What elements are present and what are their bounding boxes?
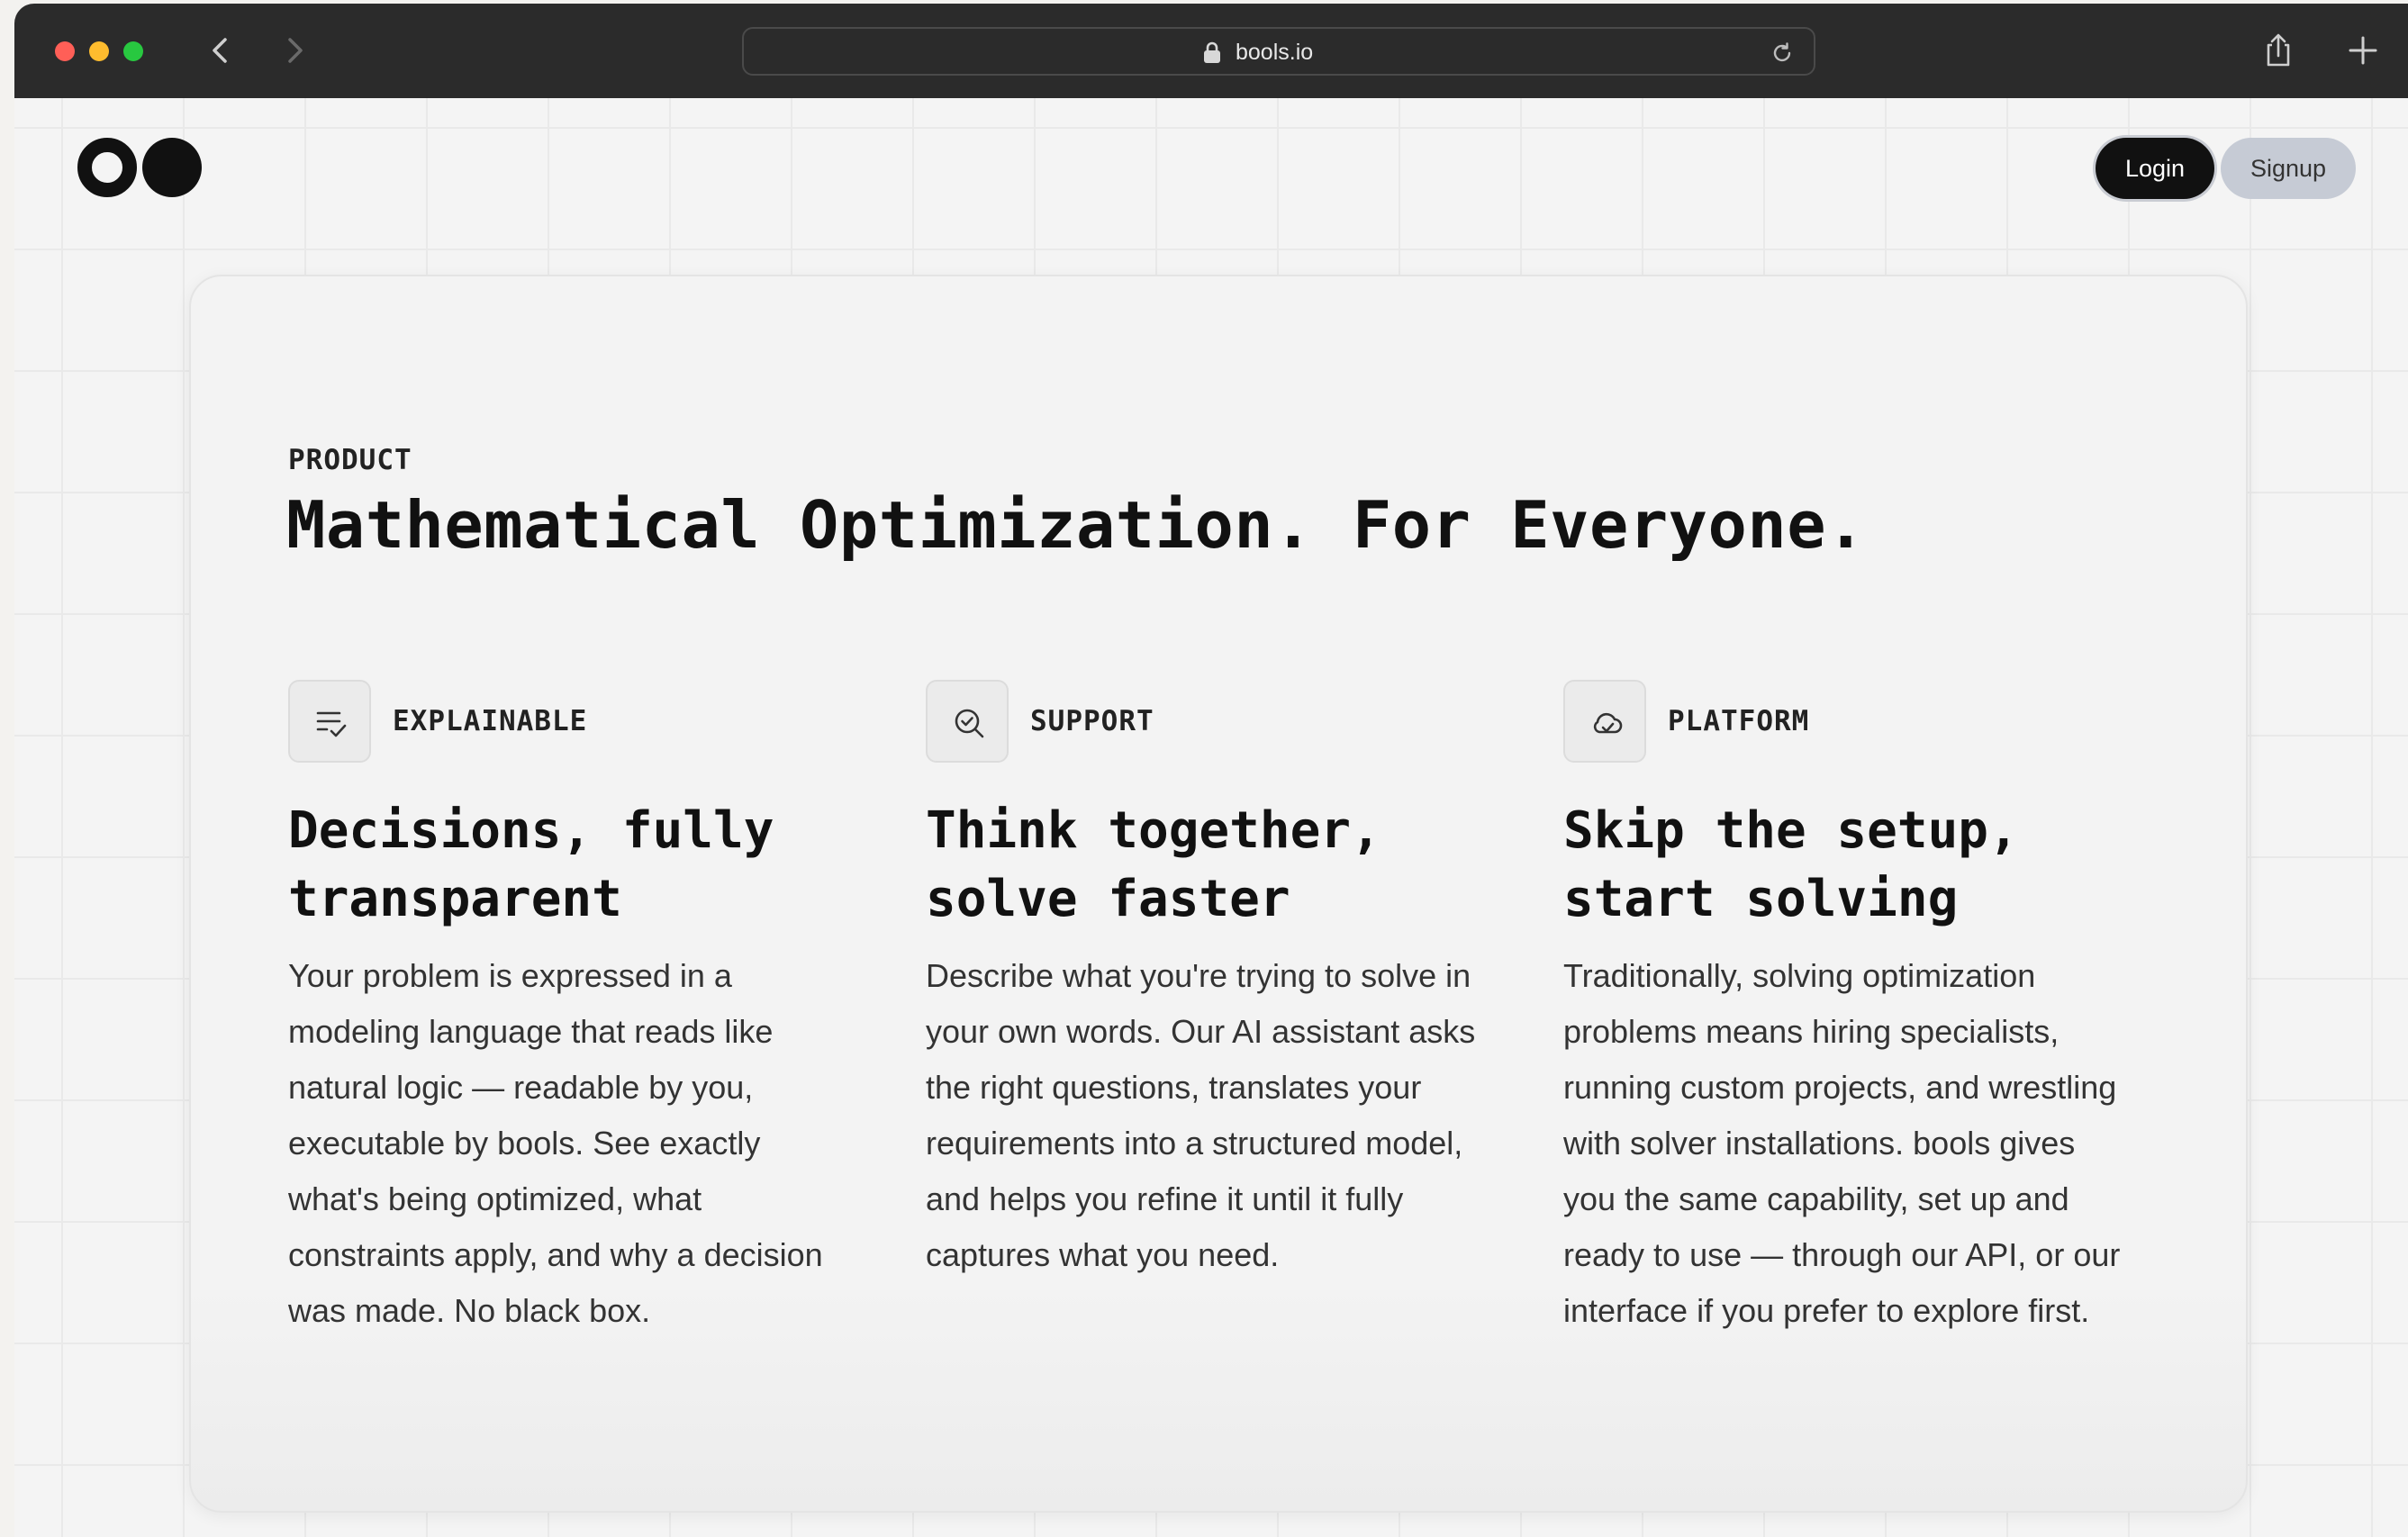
page-title: Mathematical Optimization. For Everyone. [286,487,1866,563]
section-eyebrow: PRODUCT [288,444,412,476]
logo-dot-icon [142,138,202,197]
lock-icon [1201,41,1223,64]
feature-title: Skip the setup, start solving [1563,801,2019,928]
minimize-window-button[interactable] [89,41,109,61]
page-content: Login Signup PRODUCT Mathematical Optimi… [14,98,2408,1537]
address-bar[interactable]: bools.io [742,27,1815,76]
logo-ring-icon [77,138,137,197]
search-check-icon [926,680,1009,763]
login-button[interactable]: Login [2096,138,2214,199]
product-card: PRODUCT Mathematical Optimization. For E… [189,275,2248,1513]
signup-button[interactable]: Signup [2221,138,2356,199]
back-icon[interactable] [202,31,241,70]
bools-logo[interactable] [77,138,204,201]
browser-window: bools.io Login Signup PRODUCT Mathematic… [14,4,2408,1537]
address-url: bools.io [1236,40,1314,65]
cloud-icon [1563,680,1646,763]
forward-icon[interactable] [274,31,313,70]
new-tab-icon[interactable] [2347,34,2379,67]
list-check-icon [288,680,371,763]
feature-title: Think together, solve faster [926,801,1381,928]
share-icon[interactable] [2260,31,2296,70]
feature-description: Describe what you're trying to solve in … [926,957,1476,1273]
feature-label: SUPPORT [1030,705,1154,737]
feature-label: EXPLAINABLE [393,705,588,737]
browser-toolbar: bools.io [14,4,2408,98]
zoom-window-button[interactable] [123,41,143,61]
reload-icon[interactable] [1770,41,1794,65]
feature-description: Your problem is expressed in a modeling … [288,957,823,1329]
close-window-button[interactable] [55,41,75,61]
feature-description: Traditionally, solving optimization prob… [1563,957,2121,1329]
feature-title: Decisions, fully transparent [288,801,774,928]
feature-label: PLATFORM [1668,705,1810,737]
